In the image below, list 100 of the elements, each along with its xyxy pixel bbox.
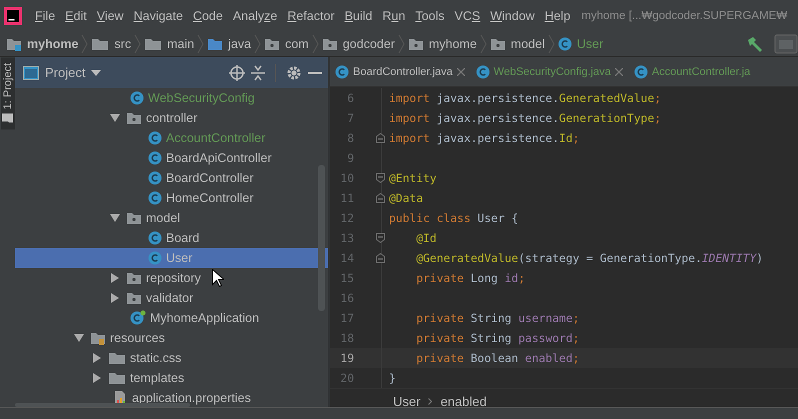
code-line: import javax.persistence.Id; xyxy=(389,132,580,144)
menu-item[interactable]: View xyxy=(92,9,129,23)
line-number: 12 xyxy=(339,212,354,224)
tree-item[interactable]: MyhomeApplication xyxy=(15,308,328,328)
menu-item[interactable]: Navigate xyxy=(128,9,188,23)
expanded-arrow-icon xyxy=(74,334,84,342)
editor-tab[interactable]: WebSecurityConfig.java xyxy=(470,57,629,86)
fold-marker-icon[interactable] xyxy=(376,193,385,203)
minimize-icon[interactable] xyxy=(308,70,322,74)
tree-item[interactable]: WebSecurityConfig xyxy=(15,88,328,108)
package-folder-icon xyxy=(126,111,142,125)
package-folder-icon xyxy=(126,291,142,305)
tree-item[interactable]: HomeController xyxy=(15,188,328,208)
folder-icon xyxy=(2,113,13,124)
class-icon xyxy=(148,171,162,185)
class-icon xyxy=(148,251,162,265)
tree-item[interactable]: Board xyxy=(15,228,328,248)
structure-breadcrumb-item[interactable]: User xyxy=(393,394,420,407)
line-number: 18 xyxy=(339,332,354,344)
menu-item[interactable]: Analyze xyxy=(228,9,282,23)
tree-item[interactable]: BoardApiController xyxy=(15,148,328,168)
menu-item[interactable]: Run xyxy=(377,9,410,23)
class-icon xyxy=(476,64,490,78)
breadcrumb-item[interactable]: main xyxy=(141,37,198,51)
code-line: @Data xyxy=(389,192,424,204)
class-icon xyxy=(148,131,162,145)
menu-item[interactable]: Edit xyxy=(60,9,92,23)
package-folder-icon xyxy=(126,211,142,225)
app-logo-icon xyxy=(4,7,22,25)
line-number: 7 xyxy=(346,112,354,124)
line-number: 19 xyxy=(339,352,354,364)
menu-item[interactable]: VCS xyxy=(450,9,486,23)
class-icon xyxy=(335,64,349,78)
line-number: 16 xyxy=(339,292,354,304)
tree-item[interactable]: controller xyxy=(15,108,328,128)
scrollbar-thumb[interactable] xyxy=(318,165,325,311)
breadcrumb-item[interactable]: java xyxy=(204,37,254,51)
editor-tab[interactable]: AccountController.ja xyxy=(628,57,756,86)
breadcrumb-item[interactable]: User xyxy=(554,37,606,51)
menu-item[interactable]: Help xyxy=(540,9,576,23)
package-folder-icon xyxy=(408,37,424,51)
code-line: private Boolean enabled; xyxy=(415,352,580,364)
fold-marker-icon[interactable] xyxy=(376,253,385,263)
breadcrumb-item[interactable]: com xyxy=(261,37,312,51)
package-folder-icon xyxy=(264,37,280,51)
window-icon xyxy=(23,66,39,80)
expanded-arrow-icon xyxy=(110,114,120,122)
code-line: @GeneratedValue(strategy = GenerationType.IDENTITY) xyxy=(415,252,764,264)
menu-item[interactable]: File xyxy=(30,9,60,23)
hammer-icon[interactable] xyxy=(746,35,764,53)
fold-marker-icon[interactable] xyxy=(376,133,385,143)
line-number: 10 xyxy=(339,172,354,184)
menu-item[interactable]: Code xyxy=(188,9,228,23)
code-line: private Long id; xyxy=(415,272,526,284)
tree-item[interactable]: templates xyxy=(15,368,328,388)
menu-item[interactable]: Tools xyxy=(410,9,450,23)
line-number: 14 xyxy=(339,252,354,264)
editor-tab[interactable]: BoardController.java xyxy=(330,57,471,86)
breadcrumb-item[interactable]: myhome xyxy=(404,37,480,51)
line-number: 20 xyxy=(339,372,354,384)
close-icon[interactable] xyxy=(456,68,465,76)
chevron-separator-icon xyxy=(398,34,405,54)
class-icon xyxy=(148,191,162,205)
line-number: 15 xyxy=(339,272,354,284)
tree-item[interactable]: BoardController xyxy=(15,168,328,188)
class-icon xyxy=(148,151,162,165)
chevron-separator-icon xyxy=(428,398,432,404)
menu-item[interactable]: Build xyxy=(340,9,378,23)
tree-item[interactable]: AccountController xyxy=(15,128,328,148)
breadcrumb-item[interactable]: godcoder xyxy=(318,37,398,51)
collapse-all-icon[interactable] xyxy=(251,64,265,80)
class-icon xyxy=(148,231,162,245)
folder-icon xyxy=(91,37,110,51)
locate-icon[interactable] xyxy=(229,64,245,80)
tree-item[interactable]: resources xyxy=(15,328,328,348)
spring-class-icon xyxy=(130,310,146,326)
line-number: 6 xyxy=(346,92,354,104)
fold-marker-icon[interactable] xyxy=(376,173,385,183)
menu-item[interactable]: Refactor xyxy=(282,9,340,23)
tree-item[interactable]: model xyxy=(15,208,328,228)
tree-item[interactable]: repository xyxy=(15,268,328,288)
package-folder-icon xyxy=(322,37,338,51)
package-folder-icon xyxy=(490,37,506,51)
line-number: 8 xyxy=(346,132,354,144)
code-line: import javax.persistence.GenerationType; xyxy=(389,112,662,124)
tree-item[interactable]: validator xyxy=(15,288,328,308)
fold-marker-icon[interactable] xyxy=(376,233,385,243)
tree-item[interactable]: static.css xyxy=(15,348,328,368)
dropdown-caret-icon[interactable] xyxy=(91,70,102,76)
breadcrumb-item[interactable]: src xyxy=(88,37,134,51)
class-icon xyxy=(558,37,572,51)
breadcrumb-item[interactable]: myhome xyxy=(3,37,82,51)
class-icon xyxy=(130,91,144,105)
menu-item[interactable]: Window xyxy=(485,9,540,23)
project-tool-tab[interactable]: 1: Project xyxy=(0,57,14,130)
settings-icon[interactable] xyxy=(286,64,302,80)
chevron-separator-icon xyxy=(254,34,262,54)
structure-breadcrumb-item[interactable]: enabled xyxy=(440,394,487,407)
breadcrumb-item[interactable]: model xyxy=(486,37,548,51)
close-icon[interactable] xyxy=(614,68,623,76)
